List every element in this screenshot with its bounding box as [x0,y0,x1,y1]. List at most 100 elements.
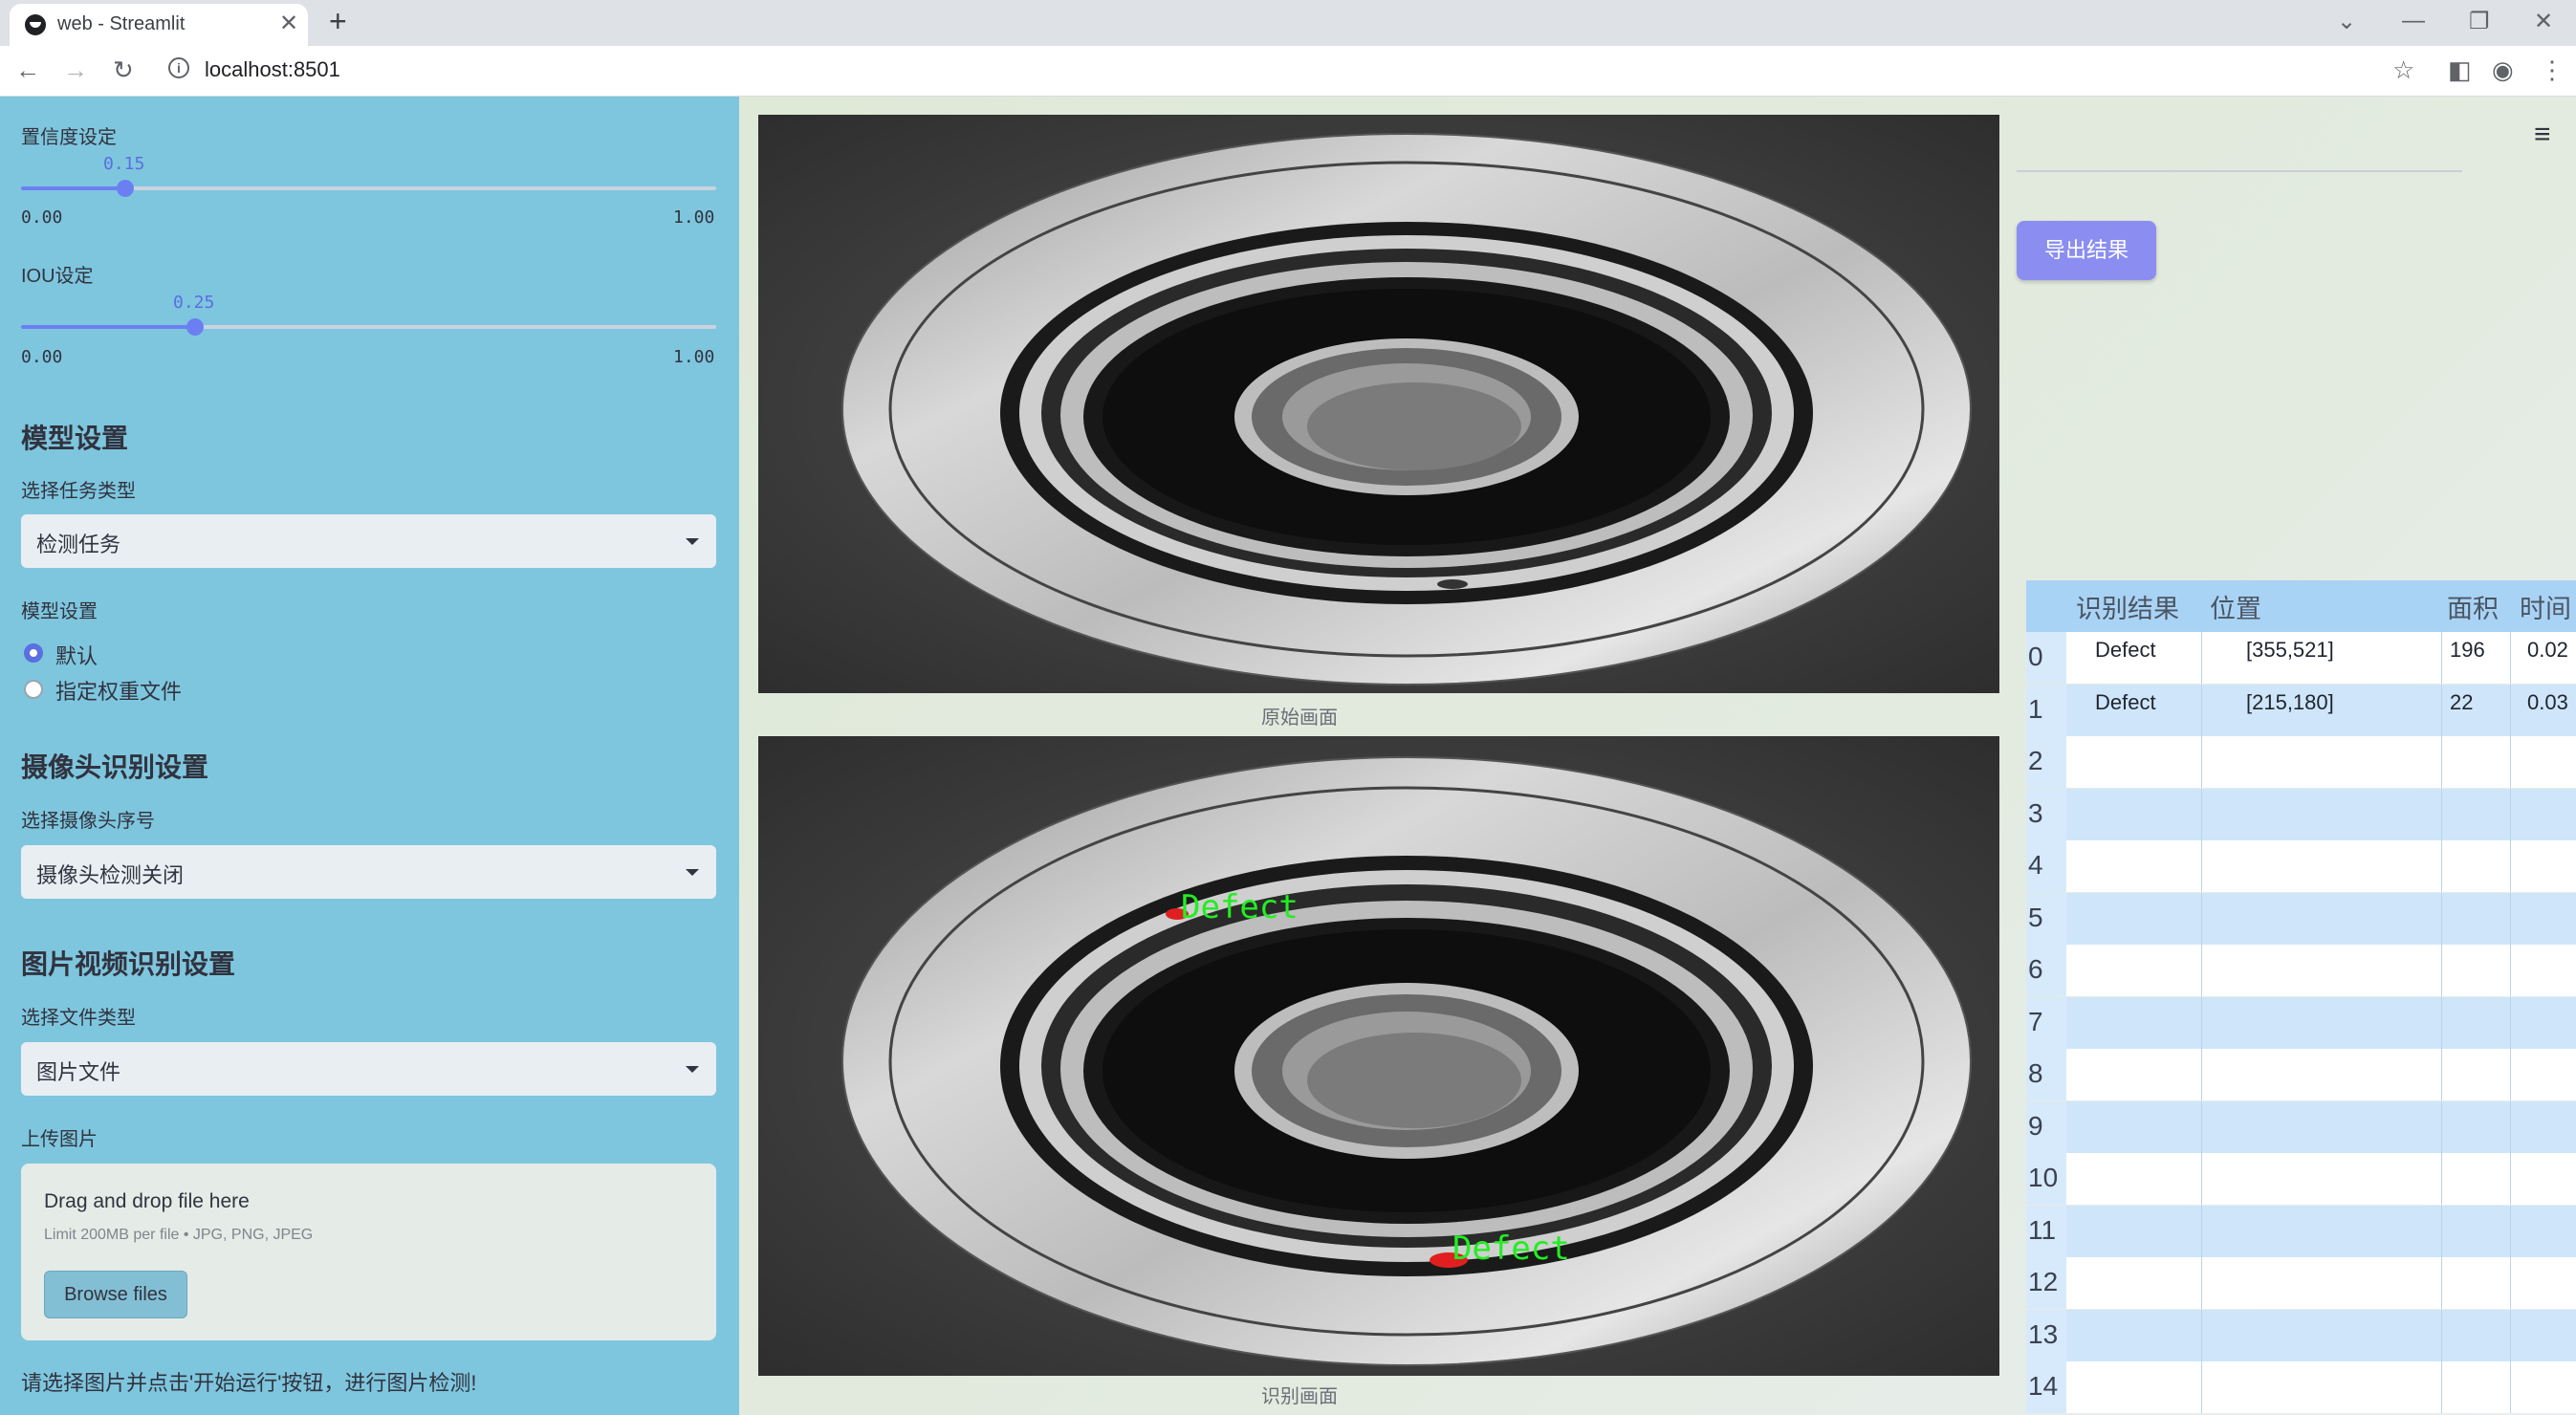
result-caption: 识别画面 [1261,1386,1338,1407]
radio-custom-weights[interactable] [24,680,43,699]
cell-area: 196 [2450,638,2485,662]
row-index: 2 [2028,746,2043,775]
column-divider [2510,684,2511,736]
defect-label-2: Defect [1452,1230,1570,1268]
minimize-icon[interactable]: — [2402,8,2425,34]
table-row[interactable]: 12 [2026,1257,2576,1309]
confidence-slider[interactable] [21,180,716,197]
column-divider [2441,840,2442,892]
table-row[interactable]: 6 [2026,945,2576,996]
header-position[interactable]: 位置 [2210,588,2261,625]
table-row[interactable]: 11 [2026,1205,2576,1257]
defect-label-1: Defect [1181,888,1299,926]
browser-tab[interactable]: web - Streamlit ✕ [10,4,308,46]
table-row[interactable]: 0 Defect [355,521] 196 0.02 [2026,632,2576,684]
column-divider [2201,788,2202,840]
row-index-cell: 6 [2026,945,2066,996]
header-result[interactable]: 识别结果 [2076,588,2179,625]
tab-close-icon[interactable]: ✕ [279,10,298,37]
column-divider [2510,788,2511,840]
row-index-cell: 13 [2026,1309,2066,1361]
table-row[interactable]: 14 [2026,1361,2576,1413]
row-index-cell: 7 [2026,996,2066,1049]
column-divider [2441,1153,2442,1205]
row-index: 11 [2028,1214,2057,1245]
table-row[interactable]: 5 [2026,892,2576,945]
file-type-select[interactable]: 图片文件 [21,1042,716,1096]
camera-index-select[interactable]: 摄像头检测关闭 [21,845,716,899]
table-row[interactable]: 2 [2026,736,2576,788]
chevron-down-icon [686,538,699,545]
cell-result: Defect [2095,638,2156,662]
profile-avatar-icon[interactable]: ◉ [2492,55,2514,85]
iou-slider[interactable] [21,318,716,336]
column-divider [2201,632,2202,684]
table-row[interactable]: 1 Defect [215,180] 22 0.03 [2026,684,2576,736]
table-row[interactable]: 3 [2026,788,2576,840]
side-panel-icon[interactable]: ◧ [2448,55,2472,85]
row-index-cell: 2 [2026,736,2066,788]
row-index-cell: 9 [2026,1100,2066,1153]
browse-files-button[interactable]: Browse files [44,1271,187,1318]
reload-icon[interactable]: ↻ [113,55,134,85]
column-divider [2441,1309,2442,1361]
chevron-down-icon [686,1066,699,1073]
hamburger-menu-icon[interactable]: ≡ [2534,119,2551,151]
address-bar[interactable]: localhost:8501 [205,57,340,82]
column-divider [2510,1309,2511,1361]
row-index: 14 [2028,1371,2059,1401]
camera-index-value: 摄像头检测关闭 [36,863,185,887]
media-settings-header: 图片视频识别设置 [21,949,236,979]
iou-label: IOU设定 [21,266,94,287]
table-row[interactable]: 9 [2026,1100,2576,1153]
column-divider [2201,892,2202,945]
iou-slider-fill [21,325,195,329]
site-info-icon[interactable]: i [168,57,189,78]
task-type-label: 选择任务类型 [21,481,136,502]
row-index: 7 [2028,1006,2043,1036]
table-row[interactable]: 13 [2026,1309,2576,1361]
tab-title: web - Streamlit [57,13,186,34]
file-type-value: 图片文件 [36,1060,121,1084]
new-tab-icon[interactable]: + [329,4,347,39]
tab-list-chevron-icon[interactable]: ⌄ [2337,8,2356,35]
column-divider [2441,632,2442,684]
confidence-value: 0.15 [103,154,145,174]
iou-slider-thumb[interactable] [186,318,204,336]
upload-limit-text: Limit 200MB per file • JPG, PNG, JPEG [44,1227,314,1243]
table-row[interactable]: 7 [2026,996,2576,1049]
column-divider [2201,1205,2202,1257]
row-index: 9 [2028,1110,2043,1141]
cell-result: Defect [2095,689,2156,714]
column-divider [2510,1049,2511,1100]
export-results-button[interactable]: 导出结果 [2017,221,2156,280]
original-image [758,115,1999,693]
row-index-cell: 1 [2026,684,2066,736]
table-row[interactable]: 10 [2026,1153,2576,1205]
forward-icon[interactable]: → [63,55,88,85]
confidence-slider-thumb[interactable] [117,180,135,197]
table-row[interactable]: 8 [2026,1049,2576,1100]
header-time[interactable]: 时间 [2520,588,2571,625]
hint-text: 请选择图片并点击'开始运行'按钮，进行图片检测! [21,1371,477,1395]
restore-icon[interactable]: ❐ [2469,8,2490,35]
camera-settings-header: 摄像头识别设置 [21,752,209,782]
upload-drop-text: Drag and drop file here [44,1190,250,1212]
row-index: 1 [2028,693,2043,724]
table-row[interactable]: 4 [2026,840,2576,892]
column-divider [2441,892,2442,945]
window-close-icon[interactable]: ✕ [2534,8,2553,35]
row-index: 0 [2028,642,2043,671]
header-area[interactable]: 面积 [2447,588,2499,625]
back-icon[interactable]: ← [15,55,40,85]
task-type-select[interactable]: 检测任务 [21,514,716,568]
cell-time: 0.03 [2527,689,2568,714]
row-index-cell: 11 [2026,1205,2066,1257]
browser-menu-icon[interactable]: ⋮ [2540,55,2565,85]
camera-index-label: 选择摄像头序号 [21,811,155,832]
file-uploader-dropzone[interactable]: Drag and drop file here Limit 200MB per … [21,1164,716,1340]
column-divider [2201,996,2202,1049]
iou-value: 0.25 [173,293,215,313]
bookmark-star-icon[interactable]: ☆ [2392,55,2414,85]
radio-default[interactable] [24,643,43,663]
